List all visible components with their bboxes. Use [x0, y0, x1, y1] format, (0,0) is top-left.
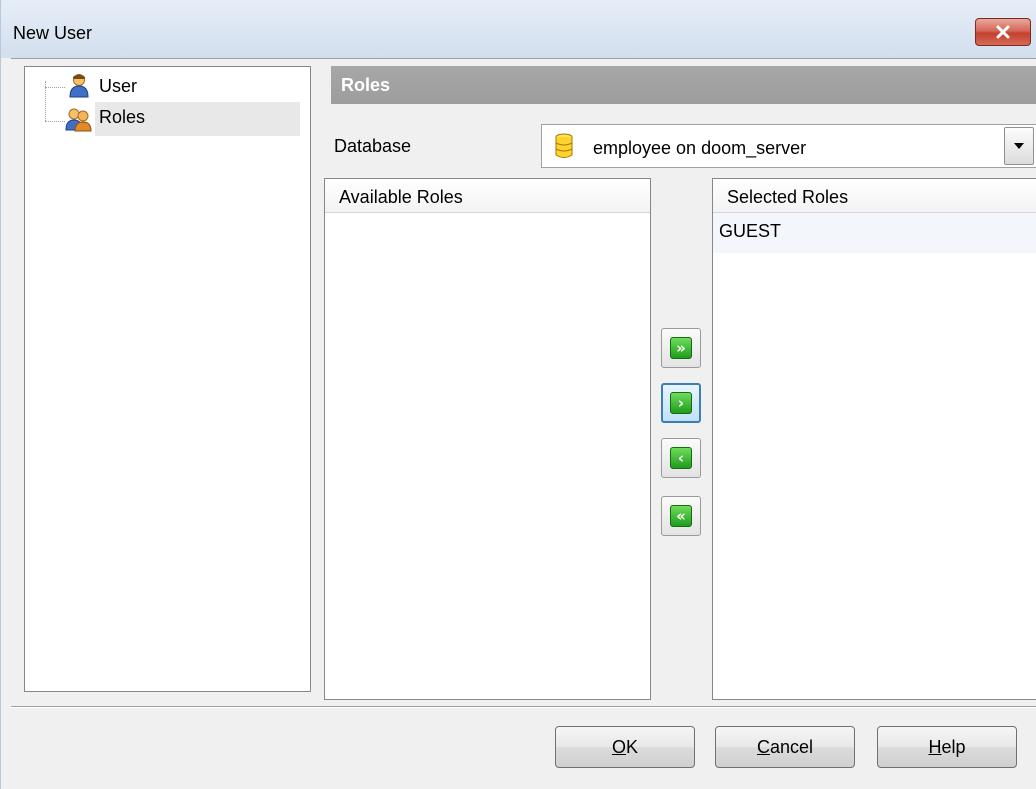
left-arrow-icon: ‹	[670, 447, 692, 469]
close-button[interactable]	[975, 18, 1031, 46]
help-mnemonic: H	[928, 736, 942, 757]
dropdown-button[interactable]	[1004, 127, 1034, 165]
database-value: employee on doom_server	[593, 138, 807, 158]
selected-roles-header: Selected Roles	[713, 179, 1036, 213]
divider	[11, 707, 1036, 708]
ok-button[interactable]: OK	[555, 726, 695, 768]
column-header: Selected Roles	[727, 187, 849, 207]
ok-mnemonic: O	[611, 736, 626, 757]
tree-item-roles[interactable]: Roles	[65, 102, 310, 136]
available-roles-list[interactable]: Available Roles	[324, 178, 651, 700]
divider	[11, 58, 1036, 59]
help-button[interactable]: Help	[877, 726, 1017, 768]
database-label: Database	[334, 136, 412, 156]
tree-connector	[45, 87, 65, 88]
cancel-mnemonic: C	[756, 736, 770, 757]
tree-item-user[interactable]: User	[65, 71, 137, 101]
selected-roles-list[interactable]: Selected Roles GUEST	[712, 178, 1036, 700]
tree-connector	[45, 121, 65, 122]
double-right-arrow-icon: »	[670, 337, 692, 359]
cancel-label: ancel	[769, 736, 814, 757]
navigation-tree[interactable]: User Roles	[24, 66, 311, 692]
add-all-button[interactable]: »	[661, 328, 701, 368]
database-select[interactable]: employee on doom_server	[541, 124, 1036, 168]
double-left-arrow-icon: «	[670, 505, 692, 527]
database-icon	[554, 133, 574, 159]
section-title: Roles	[341, 75, 391, 95]
list-item[interactable]: GUEST	[713, 213, 1036, 253]
roles-icon	[65, 106, 95, 132]
chevron-down-icon	[1014, 143, 1024, 149]
add-button[interactable]: ›	[661, 383, 701, 423]
close-icon	[996, 25, 1010, 39]
tree-item-label: Roles	[95, 102, 300, 136]
help-label: elp	[941, 736, 966, 757]
cancel-button[interactable]: Cancel	[715, 726, 855, 768]
right-arrow-icon: ›	[670, 392, 692, 414]
new-user-dialog: New User User Roles Roles Database emplo…	[0, 0, 1036, 789]
available-roles-header: Available Roles	[325, 179, 650, 213]
remove-all-button[interactable]: «	[661, 496, 701, 536]
list-item-label: GUEST	[719, 221, 782, 241]
tree-item-label: User	[99, 75, 138, 96]
column-header: Available Roles	[339, 187, 463, 207]
remove-button[interactable]: ‹	[661, 438, 701, 478]
title-bar[interactable]: New User	[1, 0, 1036, 58]
user-icon	[65, 73, 95, 99]
ok-label: K	[626, 736, 639, 757]
section-header: Roles	[331, 66, 1036, 104]
window-title: New User	[13, 23, 93, 43]
